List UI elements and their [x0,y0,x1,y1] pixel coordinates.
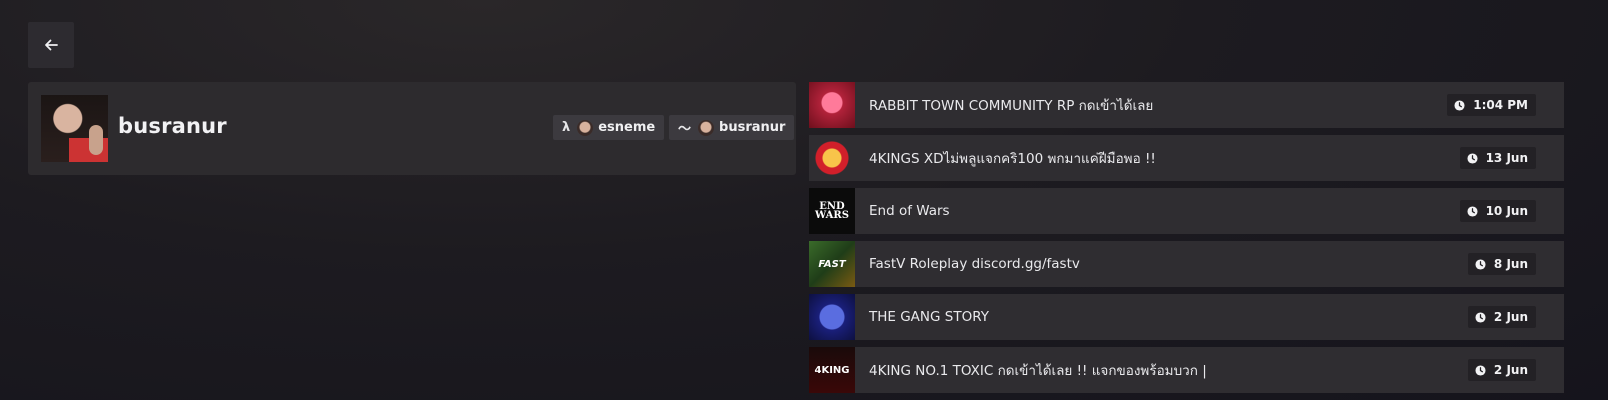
clock-icon [1454,99,1465,111]
clock-icon [1475,364,1486,376]
server-row[interactable]: THE GANG STORY 2 Jun [809,294,1564,340]
server-name: 4KING NO.1 TOXIC กดเข้าได้เลย !! แจกของพ… [869,363,1207,379]
connection-chip-busranur[interactable]: 〜 busranur [669,115,795,140]
server-thumbnail [809,82,855,128]
wave-icon: 〜 [678,122,692,137]
clock-icon [1475,258,1486,270]
server-name: End of Wars [869,203,950,219]
time-label: 2 Jun [1493,310,1528,324]
time-label: 8 Jun [1493,257,1528,271]
avatar [698,119,715,136]
time-badge: 1:04 PM [1447,94,1536,116]
time-badge: 10 Jun [1459,200,1536,222]
server-thumbnail: END WARS [809,188,855,234]
profile-username: busranur [118,114,227,138]
avatar [577,119,594,136]
connection-name: esneme [598,120,656,135]
time-label: 1:04 PM [1473,98,1528,112]
server-row[interactable]: 4KINGS XDไม่พลูแจกคริ100 พกมาแค่ฝีมือพอ … [809,135,1564,181]
server-row[interactable]: FAST FastV Roleplay discord.gg/fastv 8 J… [809,241,1564,287]
server-thumbnail [809,135,855,181]
time-badge: 8 Jun [1467,253,1536,275]
server-name: RABBIT TOWN COMMUNITY RP กดเข้าได้เลย [869,98,1154,114]
server-thumbnail: FAST [809,241,855,287]
server-row[interactable]: END WARS End of Wars 10 Jun [809,188,1564,234]
profile-card: busranur λ esneme 〜 busranur [28,82,796,175]
connection-chip-esneme[interactable]: λ esneme [553,115,665,140]
back-button[interactable] [28,22,74,68]
arrow-left-icon [45,39,58,51]
time-label: 13 Jun [1485,151,1528,165]
avatar [41,95,108,162]
server-name: THE GANG STORY [869,309,989,325]
clock-icon [1475,311,1486,323]
clock-icon [1467,152,1478,164]
server-name: FastV Roleplay discord.gg/fastv [869,256,1080,272]
time-badge: 13 Jun [1459,147,1536,169]
server-row[interactable]: 4KING 4KING NO.1 TOXIC กดเข้าได้เลย !! แ… [809,347,1564,393]
time-label: 2 Jun [1493,363,1528,377]
server-list: RABBIT TOWN COMMUNITY RP กดเข้าได้เลย 1:… [809,82,1564,400]
server-thumbnail [809,294,855,340]
connection-name: busranur [719,120,786,135]
time-label: 10 Jun [1485,204,1528,218]
lambda-icon: λ [562,120,571,135]
server-name: 4KINGS XDไม่พลูแจกคริ100 พกมาแค่ฝีมือพอ … [869,151,1156,167]
server-thumbnail: 4KING [809,347,855,393]
server-row[interactable]: RABBIT TOWN COMMUNITY RP กดเข้าได้เลย 1:… [809,82,1564,128]
clock-icon [1467,205,1478,217]
time-badge: 2 Jun [1467,359,1536,381]
time-badge: 2 Jun [1467,306,1536,328]
